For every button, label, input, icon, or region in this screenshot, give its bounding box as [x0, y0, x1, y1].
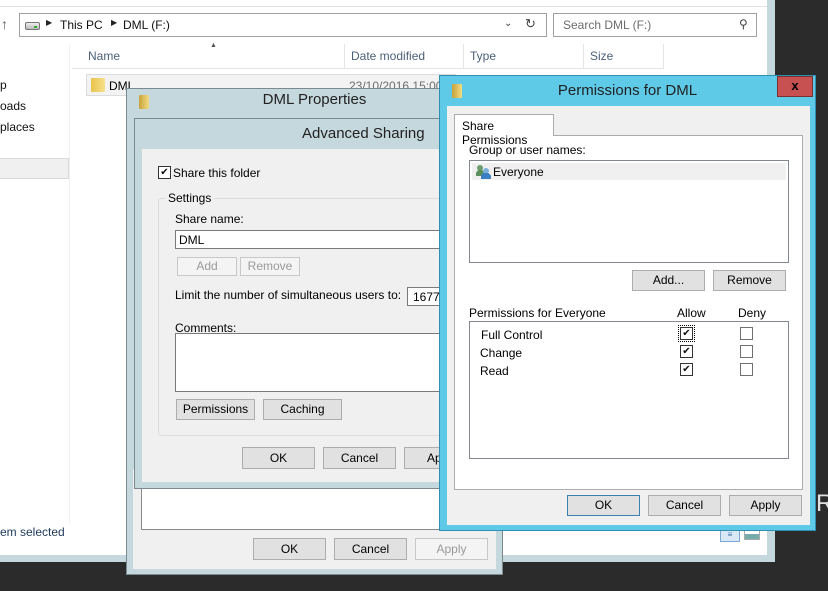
- breadcrumb-drive[interactable]: DML (F:): [123, 18, 170, 32]
- close-icon: x: [791, 78, 799, 93]
- user-list[interactable]: Everyone: [469, 160, 789, 263]
- navigation-pane: p oads places: [0, 44, 70, 524]
- permission-read-label: Read: [480, 364, 509, 378]
- full-control-allow-checkbox[interactable]: [678, 325, 695, 342]
- search-input[interactable]: Search DML (F:) ⚲: [553, 13, 757, 37]
- users-group-icon: [476, 164, 492, 179]
- tab-share-permissions[interactable]: Share Permissions: [454, 114, 554, 147]
- allow-header: Allow: [677, 306, 706, 320]
- nav-item-downloads[interactable]: oads: [0, 99, 26, 113]
- column-size[interactable]: Size: [584, 44, 664, 69]
- search-placeholder: Search DML (F:): [563, 18, 652, 32]
- cancel-button[interactable]: Cancel: [334, 538, 407, 560]
- nav-item-recent-places[interactable]: places: [0, 120, 35, 134]
- permissions-list: Full Control Change Read: [469, 321, 789, 459]
- ribbon-edge: [0, 0, 767, 7]
- share-name-input[interactable]: DML: [175, 230, 465, 249]
- up-arrow-icon[interactable]: ↑: [1, 16, 8, 32]
- caching-button[interactable]: Caching: [263, 399, 342, 420]
- background-text-fragment: R: [816, 490, 828, 517]
- change-allow-checkbox[interactable]: [680, 345, 693, 358]
- ok-button[interactable]: OK: [567, 495, 640, 516]
- full-control-deny-checkbox[interactable]: [740, 327, 753, 340]
- nav-item-desktop[interactable]: p: [0, 78, 7, 92]
- read-deny-checkbox[interactable]: [740, 363, 753, 376]
- drive-icon: [25, 22, 40, 30]
- nav-item-selected[interactable]: [0, 158, 69, 179]
- permissions-body: Share Permissions Group or user names: E…: [447, 106, 810, 525]
- column-type[interactable]: Type: [464, 44, 584, 69]
- cancel-button[interactable]: Cancel: [648, 495, 721, 516]
- column-name[interactable]: Name: [82, 44, 345, 69]
- refresh-icon[interactable]: ↻: [525, 16, 536, 32]
- add-button[interactable]: Add: [177, 257, 237, 276]
- change-deny-checkbox[interactable]: [740, 345, 753, 358]
- status-bar-text: em selected: [0, 525, 65, 539]
- share-this-folder-label: Share this folder: [173, 166, 261, 180]
- permissions-dialog: Permissions for DML x Share Permissions …: [439, 75, 816, 531]
- share-permissions-panel: Group or user names: Everyone Add... Rem…: [454, 135, 803, 490]
- add-button[interactable]: Add...: [632, 270, 705, 291]
- user-name: Everyone: [493, 165, 544, 179]
- advanced-sharing-body: Share this folder Settings Share name: D…: [142, 149, 477, 482]
- breadcrumb-this-pc[interactable]: This PC: [60, 18, 103, 32]
- permission-change-label: Change: [480, 346, 523, 360]
- permissions-for-everyone-label: Permissions for Everyone: [469, 306, 606, 320]
- dialog-title: Permissions for DML: [557, 82, 698, 99]
- apply-button[interactable]: Apply: [415, 538, 488, 560]
- list-item[interactable]: Everyone: [472, 163, 786, 180]
- comments-input[interactable]: [175, 333, 465, 392]
- breadcrumb-chevron-icon[interactable]: ▶: [111, 18, 117, 27]
- deny-header: Deny: [738, 306, 767, 320]
- ok-button[interactable]: OK: [242, 447, 315, 469]
- column-date-modified[interactable]: Date modified: [345, 44, 464, 69]
- apply-button[interactable]: Apply: [729, 495, 802, 516]
- search-icon[interactable]: ⚲: [739, 17, 748, 31]
- settings-label: Settings: [165, 191, 215, 205]
- share-this-folder-checkbox[interactable]: [158, 166, 171, 179]
- dialog-title: Advanced Sharing: [302, 125, 425, 142]
- ok-button[interactable]: OK: [253, 538, 326, 560]
- folder-icon: [91, 78, 105, 92]
- permission-full-control-label: Full Control: [481, 328, 543, 342]
- advanced-sharing-dialog: Advanced Sharing Share this folder Setti…: [134, 118, 477, 489]
- share-name-label: Share name:: [175, 212, 244, 226]
- cancel-button[interactable]: Cancel: [323, 447, 396, 469]
- remove-button[interactable]: Remove: [240, 257, 300, 276]
- limit-users-label: Limit the number of simultaneous users t…: [175, 288, 402, 302]
- permissions-button[interactable]: Permissions: [176, 399, 255, 420]
- breadcrumb-chevron-icon[interactable]: ▶: [46, 18, 52, 27]
- address-dropdown-icon[interactable]: ⌄: [504, 18, 512, 29]
- close-button[interactable]: x: [777, 76, 813, 97]
- read-allow-checkbox[interactable]: [680, 363, 693, 376]
- remove-button[interactable]: Remove: [713, 270, 786, 291]
- address-bar[interactable]: ▶ This PC ▶ DML (F:) ⌄ ↻: [19, 13, 547, 37]
- column-headers: ▲ Name Date modified Type Size: [72, 42, 664, 69]
- properties-content-area: [141, 487, 481, 530]
